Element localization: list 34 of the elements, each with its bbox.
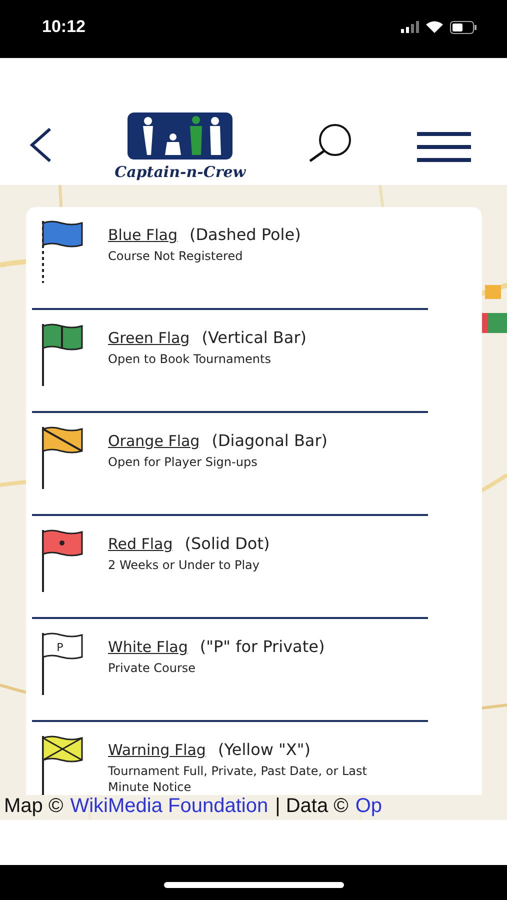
flag-name: Green Flag <box>108 329 190 347</box>
flag-description: 2 Weeks or Under to Play <box>108 557 261 573</box>
flag-marking: (Solid Dot) <box>184 534 270 553</box>
flag-description: Tournament Full, Private, Past Date, or Last Minute Notice <box>108 763 368 795</box>
flag-icon <box>40 425 86 491</box>
wifi-icon <box>426 21 443 33</box>
flag-marking: (Dashed Pole) <box>189 225 301 244</box>
signal-icon <box>401 21 419 33</box>
flag-marking: ("P" for Private) <box>200 637 325 656</box>
flag-marking: (Vertical Bar) <box>202 328 307 347</box>
flag-marking: (Diagonal Bar) <box>212 431 328 450</box>
flag-marking: (Yellow "X") <box>218 740 310 759</box>
flag-icon <box>40 219 86 285</box>
menu-button[interactable] <box>416 131 471 163</box>
flag-description: Open to Book Tournaments <box>108 351 272 367</box>
battery-icon <box>450 20 477 34</box>
flag-name: Warning Flag <box>108 741 206 759</box>
flag-description: Course Not Registered <box>108 248 244 264</box>
attribution-text: | Data © <box>275 795 348 818</box>
attribution-link[interactable]: Op <box>355 795 382 818</box>
flag-icon <box>40 322 86 388</box>
attribution-link[interactable]: WikiMedia Foundation <box>70 795 268 818</box>
brand-name: Captain-n-Crew <box>114 163 246 181</box>
back-button[interactable] <box>28 127 54 163</box>
attribution-text: Map © <box>4 795 64 818</box>
flag-name: White Flag <box>108 638 188 656</box>
flag-name: Blue Flag <box>108 226 178 244</box>
flag-description: Open for Player Sign-ups <box>108 454 258 470</box>
flag-name: Orange Flag <box>108 432 200 450</box>
flag-description: Private Course <box>108 660 197 676</box>
golfers-logo-icon <box>126 111 234 161</box>
flag-name: Red Flag <box>108 535 173 553</box>
flag-icon <box>40 528 86 594</box>
status-time: 10:12 <box>42 17 86 37</box>
